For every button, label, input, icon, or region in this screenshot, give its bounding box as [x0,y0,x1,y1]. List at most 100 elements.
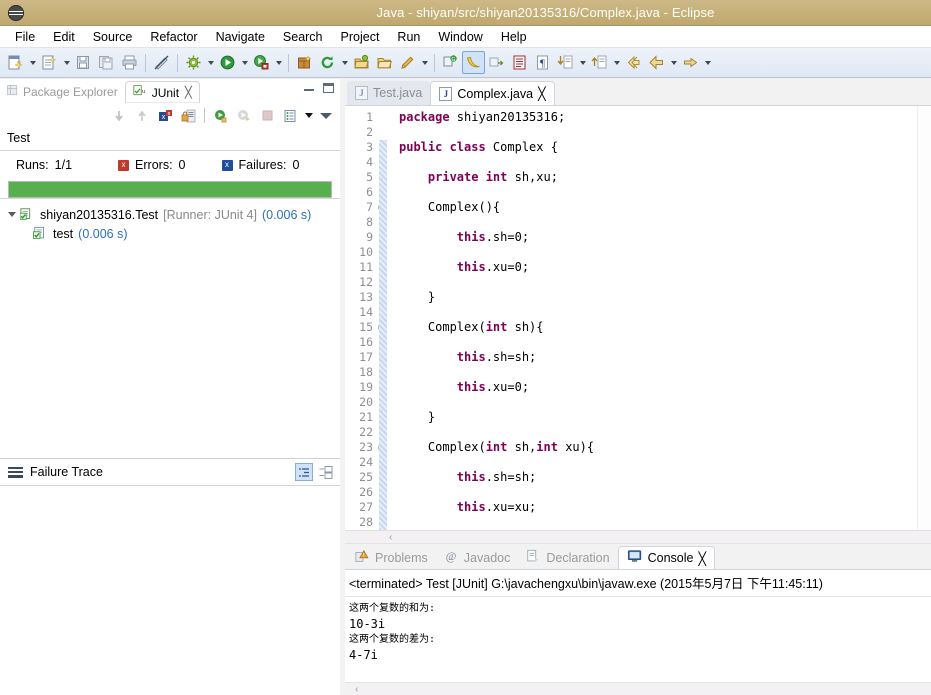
editor-tab-complex-java[interactable]: JComplex.java╳ [430,81,554,105]
open-declaration-dropdown[interactable] [611,51,622,74]
console-tab-problems[interactable]: !Problems [347,546,436,569]
menu-item-project[interactable]: Project [332,28,389,46]
forward-dropdown[interactable] [702,51,713,74]
editor-tab-test-java[interactable]: JTest.java [347,81,430,105]
editor-body[interactable]: 1234567891011121314151617181920212223242… [345,105,931,530]
save-icon[interactable] [72,51,95,74]
close-icon[interactable]: ╳ [185,86,192,99]
minimize-icon[interactable] [304,83,314,93]
fold-row[interactable] [377,125,391,140]
history-icon[interactable] [280,106,300,126]
code-line: public class Complex { [399,140,917,155]
new-package-icon[interactable] [293,51,316,74]
caret-down-icon[interactable] [303,106,315,126]
next-annotation-icon[interactable]: G [439,51,462,74]
menu-item-run[interactable]: Run [388,28,429,46]
refresh-icon[interactable] [316,51,339,74]
menu-item-file[interactable]: File [6,28,44,46]
console-tab-declaration[interactable]: Declaration [518,546,617,569]
fold-row[interactable] [377,110,391,125]
new-java-class-icon[interactable] [38,51,61,74]
menu-item-navigate[interactable]: Navigate [207,28,274,46]
rerun-icon[interactable] [211,106,231,126]
open-task-icon[interactable] [373,51,396,74]
toggle-mark-occurrences-icon[interactable] [150,51,173,74]
scroll-left-icon[interactable]: ‹ [355,684,358,695]
editor-tab-label: Complex.java [457,87,533,101]
search-icon[interactable] [396,51,419,74]
filter-icon[interactable] [295,463,313,481]
editor-horizontal-scrollbar[interactable]: ‹ [345,530,931,543]
last-edit-location-icon[interactable] [554,51,577,74]
line-number: 26 [345,485,373,500]
arrow-down-icon[interactable] [109,106,129,126]
arrow-up-icon[interactable] [132,106,152,126]
show-whitespace-icon[interactable] [508,51,531,74]
editor-vertical-scrollbar[interactable] [917,106,931,530]
toggle-java-editor-icon[interactable] [462,51,485,74]
console-tab-label: Console [648,551,694,565]
folding-ruler[interactable] [377,106,391,530]
code-line [399,485,917,500]
new-java-class-dropdown[interactable] [61,51,72,74]
print-icon[interactable] [118,51,141,74]
tree-row[interactable]: test(0.006 s) [0,224,340,243]
close-icon[interactable]: ╳ [698,551,706,566]
console-tab-javadoc[interactable]: @Javadoc [436,546,519,569]
run-dropdown[interactable] [239,51,250,74]
line-number: 8 [345,215,373,230]
tab-package-explorer[interactable]: Package Explorer [0,81,125,103]
svg-text:!: ! [363,552,364,558]
lock-icon[interactable] [178,106,198,126]
debug-icon[interactable] [182,51,205,74]
tree-item-label: test [53,227,73,241]
separator-1 [145,54,146,72]
title-bar: Java - shiyan/src/shiyan20135316/Complex… [0,0,931,26]
tab-junit[interactable]: uJUnit╳ [125,81,200,103]
menu-item-search[interactable]: Search [274,28,332,46]
external-tools-icon[interactable] [250,51,273,74]
console-horizontal-scrollbar[interactable]: ‹ [345,682,931,695]
previous-annotation-icon[interactable] [485,51,508,74]
menu-item-refactor[interactable]: Refactor [141,28,206,46]
debug-dropdown[interactable] [205,51,216,74]
menu-item-window[interactable]: Window [429,28,491,46]
refresh-dropdown[interactable] [339,51,350,74]
open-type-icon[interactable] [350,51,373,74]
search-dropdown[interactable] [419,51,430,74]
run-icon[interactable] [216,51,239,74]
close-icon[interactable]: ╳ [538,86,546,101]
menu-item-help[interactable]: Help [492,28,536,46]
scroll-left-icon[interactable]: ‹ [389,532,392,543]
line-number: 14 [345,305,373,320]
external-tools-dropdown[interactable] [273,51,284,74]
chevron-down-icon[interactable] [318,106,334,126]
problems-icon: ! [355,549,370,567]
line-number: 9 [345,230,373,245]
toggle-block-selection-icon[interactable]: ¶ [531,51,554,74]
stop-icon[interactable] [257,106,277,126]
menu-item-edit[interactable]: Edit [44,28,84,46]
back-icon[interactable] [645,51,668,74]
junit-results-tree: shiyan20135316.Test[Runner: JUnit 4](0.0… [0,198,340,458]
menu-item-source[interactable]: Source [84,28,142,46]
runs-label: Runs: [16,158,49,172]
code-line [399,425,917,440]
last-edit-dropdown[interactable] [577,51,588,74]
save-all-icon[interactable] [95,51,118,74]
source-code[interactable]: package shiyan20135316; public class Com… [391,106,917,530]
back-dropdown[interactable] [668,51,679,74]
new-wizard-dropdown[interactable] [27,51,38,74]
open-declaration-icon[interactable] [588,51,611,74]
tree-row[interactable]: shiyan20135316.Test[Runner: JUnit 4](0.0… [0,205,340,224]
back-history-icon[interactable] [622,51,645,74]
rerun-failed-icon[interactable] [234,106,254,126]
console-tab-console[interactable]: Console ╳ [618,546,715,569]
maximize-icon[interactable] [323,83,334,93]
console-body[interactable]: <terminated> Test [JUnit] G:\javachengxu… [345,569,931,682]
forward-icon[interactable] [679,51,702,74]
failures-filter-icon[interactable]: x x [155,106,175,126]
new-wizard-icon[interactable] [4,51,27,74]
compare-icon[interactable] [318,464,334,480]
expand-arrow-icon[interactable] [6,209,18,221]
